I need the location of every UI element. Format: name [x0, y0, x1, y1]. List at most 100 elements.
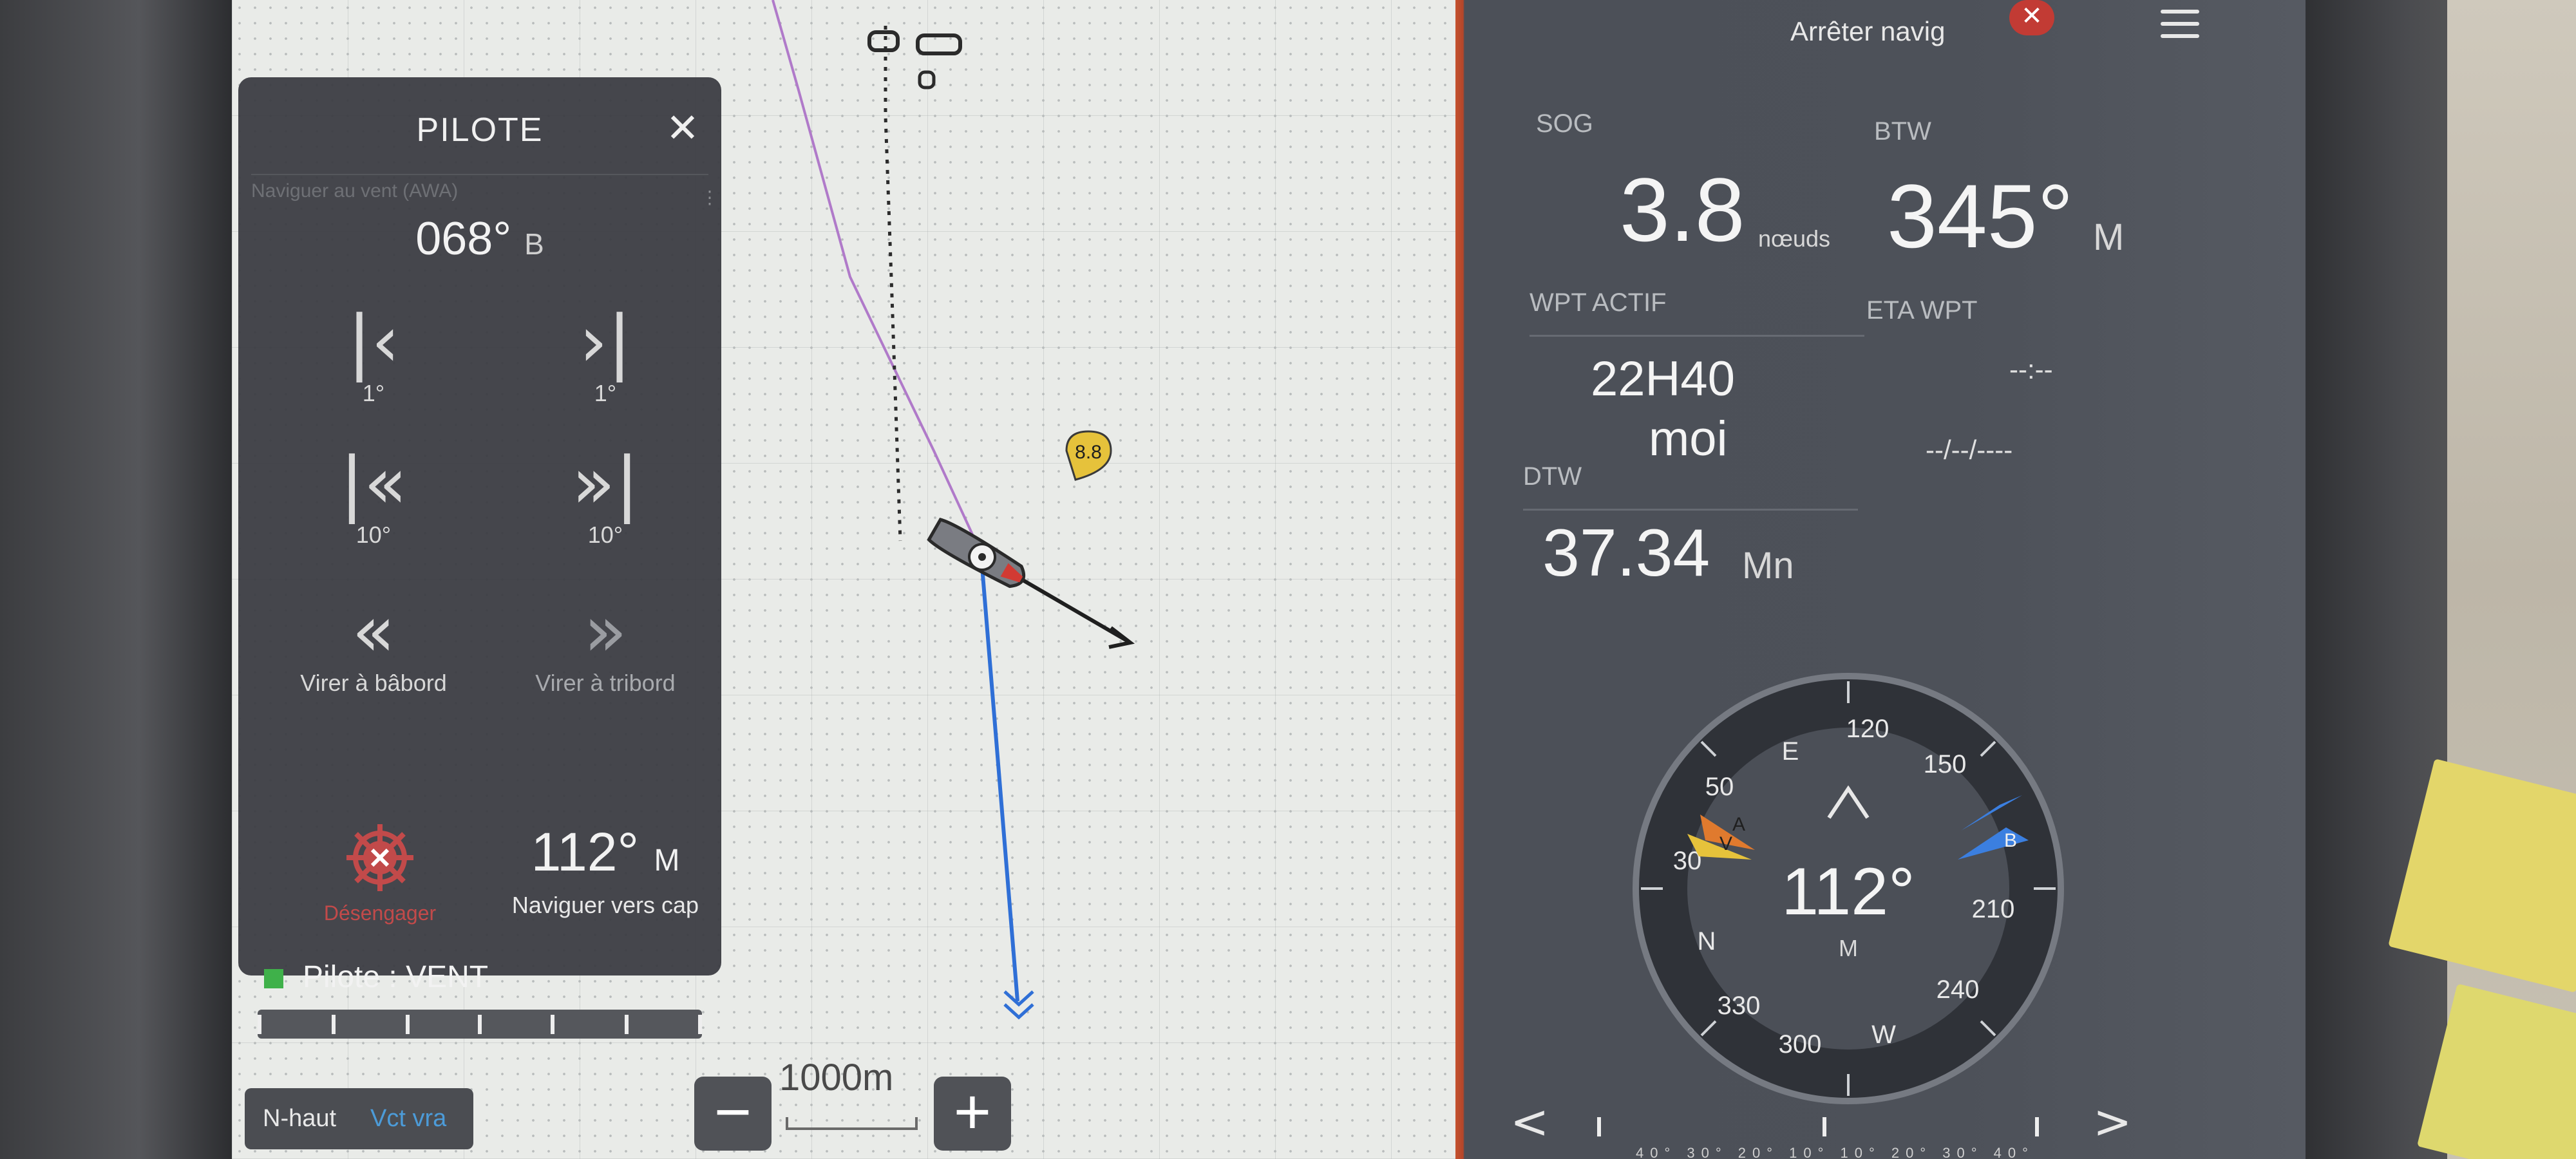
- track-line: [772, 0, 974, 535]
- zoom-out-button[interactable]: −: [694, 1077, 772, 1151]
- step-port-10-label: 10°: [355, 522, 392, 548]
- cap-heading[interactable]: 112° M: [496, 821, 715, 883]
- chart-scale-bar: [786, 1117, 918, 1130]
- route-waypoint-marker: [867, 30, 900, 52]
- north-up-label[interactable]: N-haut: [263, 1105, 336, 1133]
- step-port-10-icon: |«: [339, 442, 408, 524]
- divider: [1530, 335, 1864, 337]
- rudder-tick: [551, 1015, 554, 1034]
- step-starboard-10-label: 10°: [587, 522, 623, 548]
- eta-waypoint-time: --:--: [2009, 354, 2053, 384]
- target-heading-ref: B: [524, 227, 544, 261]
- wind-marker-a-label: A: [1732, 814, 1745, 835]
- tack-port-icon: «: [352, 590, 395, 672]
- rudder-tick: [406, 1015, 410, 1034]
- active-waypoint-time: 22H40: [1591, 352, 1735, 406]
- compass-mark-n: N: [1698, 927, 1716, 956]
- scale-tick: [1823, 1117, 1826, 1136]
- chart-scale-label: 1000m: [779, 1057, 894, 1098]
- close-icon[interactable]: ✕: [663, 109, 702, 149]
- target-heading: 068° B: [238, 212, 721, 265]
- step-starboard-1-label: 1°: [594, 380, 617, 406]
- step-port-1-label: 1°: [362, 380, 385, 406]
- bearing-marker-b-label: B: [2004, 830, 2017, 851]
- btw-value: 345°: [1887, 165, 2074, 267]
- btw-unit: M: [2093, 216, 2125, 258]
- cap-heading-ref: M: [654, 843, 680, 878]
- active-waypoint-label: WPT ACTIF: [1530, 288, 1667, 317]
- rudder-indicator: [258, 1010, 702, 1039]
- scale-tick: [2035, 1117, 2039, 1136]
- rudder-tick: [258, 1015, 261, 1034]
- scale-tick: [1597, 1117, 1601, 1136]
- waypoint-depth-label: 8.8: [1075, 442, 1102, 463]
- compass-mark-120: 120: [1846, 715, 1889, 743]
- pilot-title: PILOTE: [416, 111, 544, 149]
- eta-waypoint-label: ETA WPT: [1866, 296, 1978, 325]
- sog-value: 3.8: [1620, 159, 1745, 260]
- cap-heading-value: 112°: [531, 822, 639, 882]
- rudder-scale-labels: 40° 30° 20° 10° 10° 20° 30° 40°: [1636, 1145, 2034, 1159]
- rudder-tick: [332, 1015, 336, 1034]
- compass-mark-330: 330: [1718, 992, 1761, 1020]
- disengage-helm-icon[interactable]: [322, 818, 438, 901]
- rudder-tick: [625, 1015, 629, 1034]
- route-waypoint-marker: [916, 33, 962, 55]
- rudder-tick: [478, 1015, 482, 1034]
- dtw-value: 37.34: [1542, 516, 1710, 590]
- step-starboard-10-button[interactable]: »| 10°: [509, 444, 702, 549]
- step-starboard-10-icon: »|: [571, 442, 639, 524]
- btw-label: BTW: [1874, 117, 1931, 146]
- chart-orientation-toggle[interactable]: N-haut Vct vra: [245, 1088, 473, 1149]
- dtw-label: DTW: [1523, 462, 1582, 491]
- device-bezel-left: [0, 0, 232, 1159]
- step-starboard-1-icon: ›|: [579, 300, 632, 382]
- page-next-button[interactable]: >: [2093, 1095, 2132, 1149]
- tack-starboard-label: Virer à tribord: [535, 670, 676, 696]
- vessel-icon: [927, 518, 1026, 589]
- compass-mark-210: 210: [1972, 895, 2015, 923]
- rudder-tick: [698, 1015, 702, 1034]
- compass-mark-300: 300: [1779, 1030, 1822, 1059]
- wind-marker-v-label: V: [1719, 833, 1732, 854]
- compass-mark-50: 50: [1705, 773, 1734, 801]
- sog-label: SOG: [1536, 109, 1593, 138]
- tack-port-button[interactable]: « Virer à bâbord: [277, 592, 470, 697]
- route-waypoint-marker: [918, 70, 936, 90]
- step-port-10-button[interactable]: |« 10°: [277, 444, 470, 549]
- compass-mark-150: 150: [1924, 750, 1967, 778]
- compass-mark-e: E: [1782, 737, 1799, 766]
- zoom-in-button[interactable]: +: [934, 1077, 1011, 1151]
- pilot-status-indicator: [264, 969, 283, 988]
- page-prev-button[interactable]: <: [1510, 1095, 1549, 1149]
- tack-starboard-icon: »: [583, 590, 627, 672]
- compass-mark-240: 240: [1937, 975, 1980, 1004]
- pilot-panel: PILOTE ✕ Naviguer au vent (AWA) ⋮ 068° B…: [238, 77, 721, 1039]
- rudder-scale-bar: [1597, 1117, 2061, 1140]
- dtw-unit: Mn: [1742, 545, 1794, 587]
- tack-starboard-button[interactable]: » Virer à tribord: [509, 592, 702, 697]
- more-options-icon[interactable]: ⋮: [701, 187, 719, 208]
- divider: [251, 174, 708, 175]
- active-waypoint-name: moi: [1649, 411, 1728, 466]
- close-icon[interactable]: ✕: [2009, 0, 2054, 35]
- compass-mark-w: W: [1871, 1021, 1896, 1049]
- divider: [1523, 509, 1858, 511]
- tack-port-label: Virer à bâbord: [300, 670, 447, 696]
- steer-to-heading-label[interactable]: Naviguer vers cap: [496, 892, 715, 919]
- step-starboard-1-button[interactable]: ›| 1°: [509, 303, 702, 407]
- compass-heading-value: 112°: [1781, 854, 1915, 929]
- true-motion-label[interactable]: Vct vra: [370, 1105, 446, 1133]
- pilot-status-text: Pilote : VENT: [303, 960, 489, 994]
- route-line: [884, 26, 902, 542]
- stop-navigation-button[interactable]: Arrêter navig: [1790, 16, 1945, 47]
- menu-icon[interactable]: [2161, 10, 2199, 39]
- step-port-1-button[interactable]: |‹ 1°: [277, 303, 470, 407]
- pilot-mode-label: Naviguer au vent (AWA): [251, 180, 459, 202]
- step-port-1-icon: |‹: [347, 300, 400, 382]
- heading-compass: E 120 150 210 240 W 300 330 N 30 50 V A …: [1633, 673, 2064, 1104]
- disengage-label[interactable]: Désengager: [303, 901, 457, 925]
- target-heading-value: 068°: [415, 213, 512, 265]
- sog-unit: nœuds: [1758, 225, 1831, 252]
- heading-line: [980, 566, 1019, 1002]
